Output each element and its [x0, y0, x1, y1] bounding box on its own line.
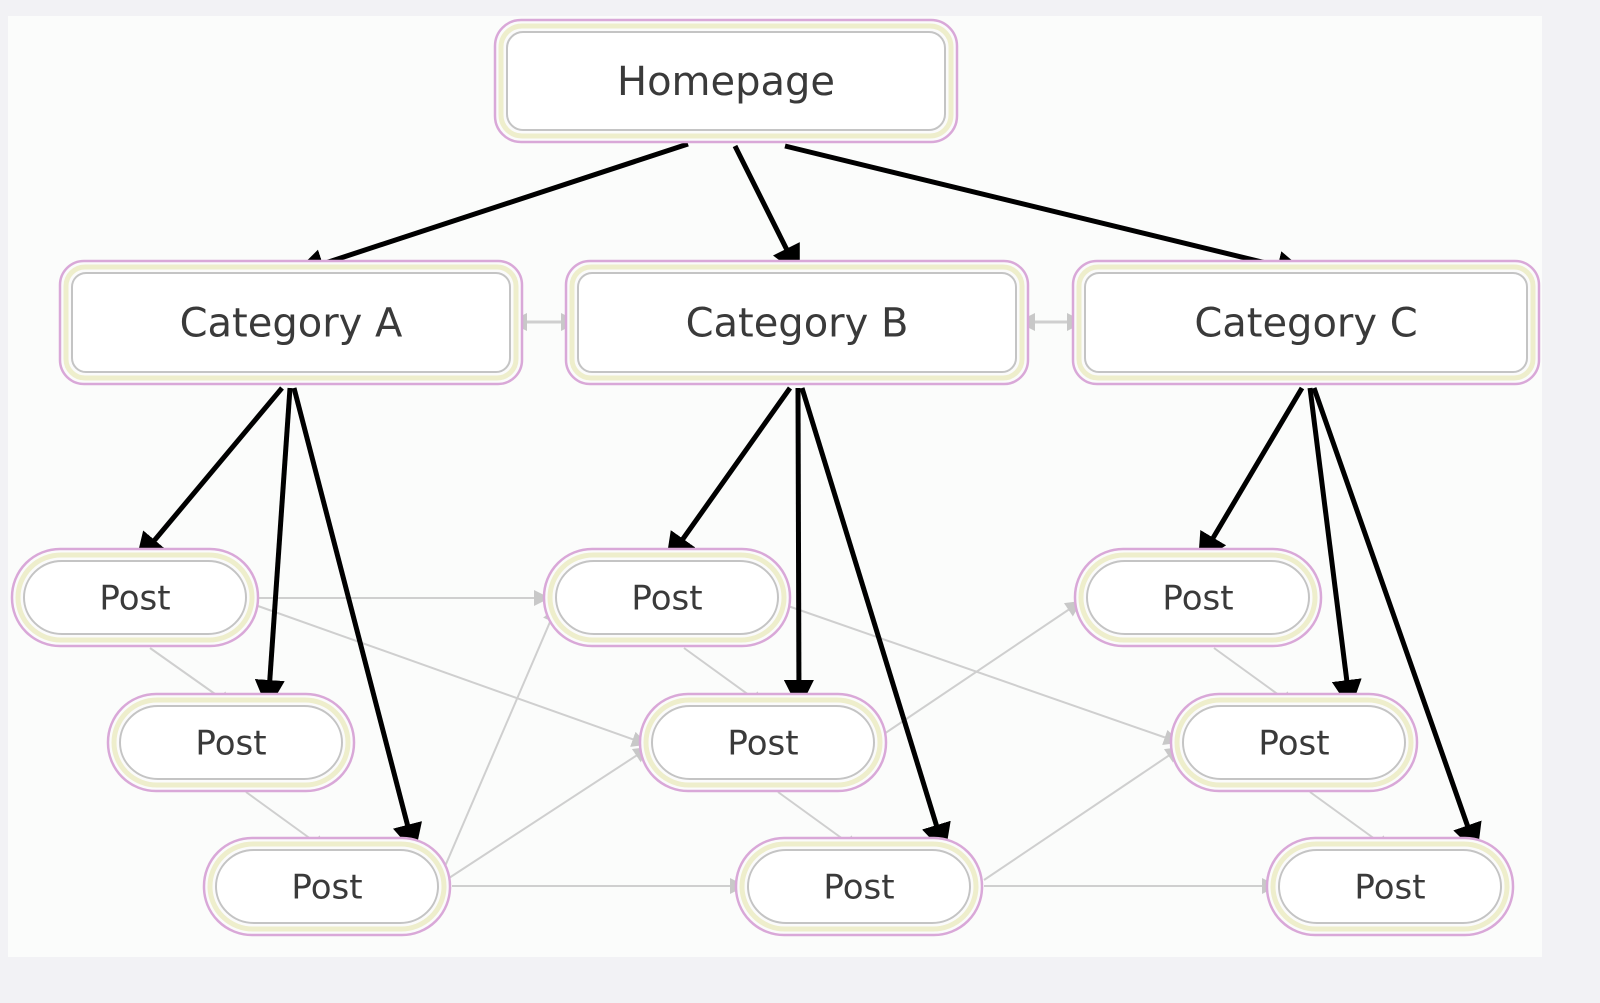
node-b2[interactable]: Post — [638, 692, 888, 793]
node-label: Category B — [686, 301, 909, 347]
edge-a3-to-b1 — [439, 606, 558, 879]
edge-catB-to-b1 — [665, 386, 793, 564]
node-c3[interactable]: Post — [1265, 836, 1515, 937]
site-structure-diagram: Homepage Category A Category B Category C Po… — [10, 18, 1541, 937]
nodes: Homepage Category A Category B Category C Po… — [10, 18, 1541, 937]
edge-catC-to-c1 — [1197, 386, 1305, 564]
edge-home-to-catA — [294, 141, 689, 279]
node-label: Homepage — [617, 59, 835, 105]
node-label: Post — [1258, 724, 1329, 764]
node-b3[interactable]: Post — [734, 836, 984, 937]
node-label: Category C — [1194, 301, 1417, 347]
edge-b3-to-c2 — [983, 746, 1182, 881]
node-label: Post — [727, 724, 798, 764]
node-a2[interactable]: Post — [106, 692, 356, 793]
node-a3[interactable]: Post — [202, 836, 452, 937]
node-catC[interactable]: Category C — [1071, 259, 1541, 386]
edge-catA-to-a2 — [254, 387, 293, 710]
node-label: Post — [1162, 579, 1233, 619]
node-label: Post — [291, 868, 362, 908]
node-label: Post — [1354, 868, 1425, 908]
edge-home-to-catC — [784, 143, 1307, 281]
edge-catA-to-a1 — [135, 386, 284, 564]
edge-home-to-catB — [732, 144, 801, 276]
node-label: Post — [823, 868, 894, 908]
node-catA[interactable]: Category A — [58, 259, 524, 386]
node-catB[interactable]: Category B — [564, 259, 1030, 386]
node-label: Post — [99, 579, 170, 619]
node-label: Post — [195, 724, 266, 764]
node-a1[interactable]: Post — [10, 547, 260, 648]
node-c1[interactable]: Post — [1073, 547, 1323, 648]
node-c2[interactable]: Post — [1169, 692, 1419, 793]
node-b1[interactable]: Post — [542, 547, 792, 648]
node-label: Category A — [180, 301, 403, 347]
edge-catB-to-b2 — [783, 387, 814, 710]
edge-a3-to-b2 — [445, 746, 650, 881]
edge-b2-to-c1 — [883, 600, 1082, 735]
node-home[interactable]: Homepage — [493, 18, 959, 144]
node-label: Post — [631, 579, 702, 619]
